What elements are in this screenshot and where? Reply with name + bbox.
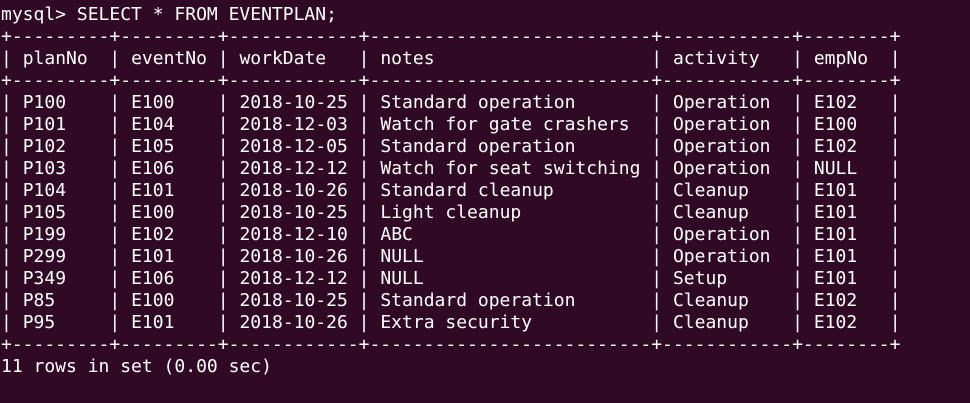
- mysql-prompt: mysql>: [1, 4, 77, 25]
- table-row: | P105 | E100 | 2018-10-25 | Light clean…: [1, 202, 901, 223]
- header-workDate: workDate: [239, 48, 327, 69]
- terminal-window[interactable]: mysql> SELECT * FROM EVENTPLAN; +-------…: [0, 0, 970, 403]
- table-row: | P103 | E106 | 2018-12-12 | Watch for s…: [1, 158, 901, 179]
- table-row: | P100 | E100 | 2018-10-25 | Standard op…: [1, 92, 901, 113]
- table-border-header: +---------+---------+------------+------…: [1, 70, 901, 91]
- table-row: | P102 | E105 | 2018-12-05 | Standard op…: [1, 136, 901, 157]
- table-row: | P85 | E100 | 2018-10-25 | Standard ope…: [1, 290, 901, 311]
- header-notes: notes: [380, 48, 435, 69]
- table-row: | P349 | E106 | 2018-12-12 | NULL | Setu…: [1, 268, 901, 289]
- table-row: | P95 | E101 | 2018-10-26 | Extra securi…: [1, 312, 901, 333]
- table-header-row: | planNo | eventNo | workDate | notes | …: [1, 48, 901, 69]
- command-line: mysql> SELECT * FROM EVENTPLAN;: [1, 4, 970, 26]
- header-eventNo: eventNo: [131, 48, 207, 69]
- sql-command: SELECT * FROM EVENTPLAN;: [76, 4, 337, 25]
- table-border-top: +---------+---------+------------+------…: [1, 26, 901, 47]
- table-border-bottom: +---------+---------+------------+------…: [1, 334, 901, 355]
- table-row: | P199 | E102 | 2018-12-10 | ABC | Opera…: [1, 224, 901, 245]
- header-activity: activity: [672, 48, 760, 69]
- table-row: | P101 | E104 | 2018-12-03 | Watch for g…: [1, 114, 901, 135]
- table-row: | P104 | E101 | 2018-10-26 | Standard cl…: [1, 180, 901, 201]
- header-empNo: empNo: [813, 48, 869, 69]
- result-summary: 11 rows in set (0.00 sec): [1, 356, 272, 377]
- table-row: | P299 | E101 | 2018-10-26 | NULL | Oper…: [1, 246, 901, 267]
- header-planNo: planNo: [22, 48, 88, 69]
